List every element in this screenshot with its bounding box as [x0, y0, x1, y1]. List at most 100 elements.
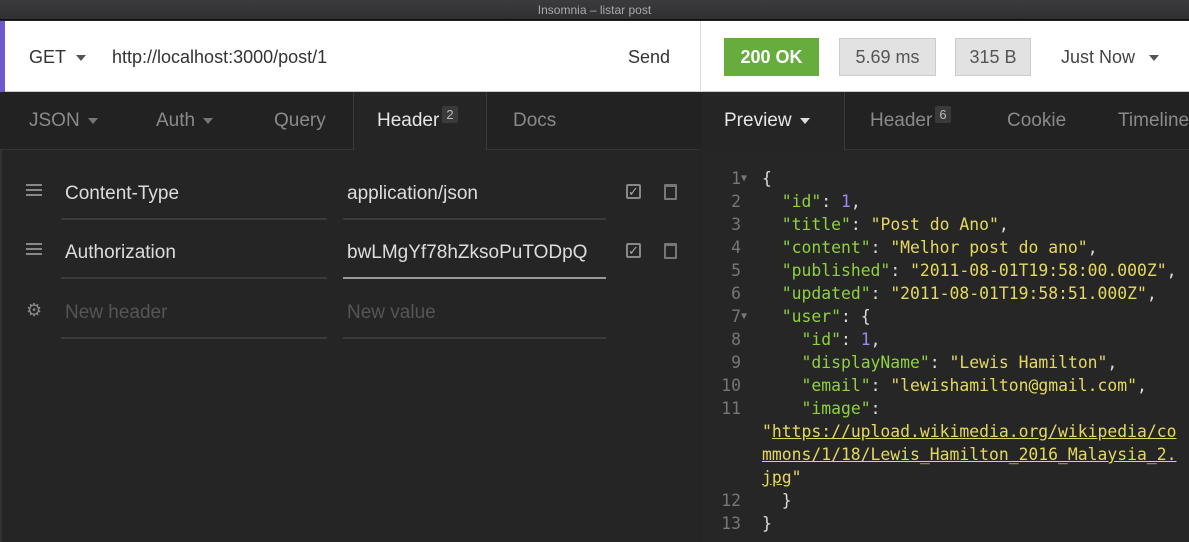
code-line: 2 "id": 1, — [701, 190, 1177, 213]
response-tabs: Preview Header 6 Cookie Timeline — [701, 92, 1189, 150]
line-number: 10 — [721, 376, 741, 395]
json-key: "displayName" — [801, 353, 930, 372]
chevron-down-icon — [76, 55, 87, 62]
trash-icon[interactable] — [664, 184, 677, 200]
json-string: " — [762, 422, 772, 441]
trash-icon[interactable] — [664, 243, 677, 259]
json-punct — [762, 284, 782, 303]
json-punct: , — [1137, 376, 1147, 395]
method-label: GET — [29, 47, 67, 67]
tab-preview[interactable]: Preview — [701, 92, 845, 150]
line-number: 2 — [731, 192, 741, 211]
json-punct: , — [998, 215, 1009, 234]
tab-label: JSON — [29, 110, 80, 131]
json-punct — [762, 307, 782, 326]
json-key: "published" — [781, 261, 891, 280]
code-line: jpg" — [701, 466, 1177, 489]
json-punct: , — [1146, 284, 1157, 303]
tab-response-header[interactable]: Header 6 — [870, 92, 951, 150]
drag-handle-icon[interactable] — [26, 184, 42, 199]
json-punct: : — [929, 353, 950, 372]
window-title: Insomnia – listar post — [0, 0, 1189, 20]
json-key: "id" — [781, 192, 822, 211]
json-number: 1 — [860, 330, 871, 349]
history-label: Just Now — [1061, 47, 1136, 67]
new-header-input[interactable]: New header — [61, 291, 327, 339]
json-punct: , — [1087, 238, 1098, 257]
tab-label: Cookie — [1007, 110, 1067, 131]
json-link[interactable]: https://upload.wikimedia.org/wikipedia/c… — [772, 422, 1177, 441]
response-preview: 1▼{2 "id": 1, 3 "title": "Post do Ano", 4 … — [701, 150, 1189, 542]
json-punct: : — [870, 376, 891, 395]
json-punct: : { — [840, 307, 871, 326]
json-string: "lewishamilton@gmail.com" — [890, 376, 1138, 395]
status-badge: 200 OK — [724, 38, 819, 76]
fold-caret-icon[interactable]: ▼ — [741, 167, 762, 190]
json-punct — [762, 215, 782, 234]
chevron-down-icon — [203, 117, 214, 124]
json-link[interactable]: mmons/1/18/Lewis_Hamilton_2016_Malaysia_… — [762, 445, 1176, 464]
line-number: 11 — [721, 399, 741, 418]
json-punct: : — [850, 215, 871, 234]
code-line: 11 "image": — [701, 397, 1177, 420]
code-line: mmons/1/18/Lewis_Hamilton_2016_Malaysia_… — [701, 443, 1177, 466]
line-number: 6 — [731, 284, 741, 303]
json-punct — [762, 330, 801, 349]
chevron-down-icon — [87, 117, 98, 124]
pane-divider — [700, 21, 701, 92]
json-punct — [762, 192, 782, 211]
code-line: 7▼ "user": { — [701, 305, 1177, 328]
code-line: 3 "title": "Post do Ano", — [701, 213, 1177, 236]
json-punct: , — [1107, 353, 1118, 372]
json-punct: : — [870, 284, 891, 303]
json-string: "Lewis Hamilton" — [949, 353, 1108, 372]
header-name-input[interactable]: Authorization — [61, 231, 327, 279]
drag-handle-icon[interactable] — [26, 243, 42, 258]
chevron-down-icon — [799, 117, 810, 124]
json-punct: , — [850, 192, 861, 211]
response-time: 5.69 ms — [839, 38, 936, 76]
header-value-input[interactable]: bwLMgYf78hZksoPuTODpQ — [343, 231, 606, 279]
code-line: 9 "displayName": "Lewis Hamilton", — [701, 351, 1177, 374]
tab-header[interactable]: Header 2 — [353, 92, 487, 150]
tab-body[interactable]: JSON — [29, 92, 98, 150]
tab-cookie[interactable]: Cookie — [1007, 92, 1066, 150]
json-punct — [762, 399, 801, 418]
enable-checkbox[interactable]: ✓ — [626, 184, 641, 199]
tab-label: Docs — [513, 110, 557, 131]
json-key: "content" — [781, 238, 871, 257]
history-dropdown[interactable]: Just Now — [1061, 47, 1160, 68]
header-value-input[interactable]: application/json — [343, 172, 606, 220]
json-key: "id" — [801, 330, 841, 349]
tab-docs[interactable]: Docs — [513, 92, 556, 150]
line-number: 3 — [731, 215, 741, 234]
json-punct: : — [870, 399, 881, 418]
header-count-badge: 2 — [442, 106, 458, 123]
send-button[interactable]: Send — [628, 47, 670, 68]
json-string: " — [791, 468, 802, 487]
fold-caret-icon[interactable]: ▼ — [741, 305, 762, 328]
code-line: 12 } — [701, 489, 1177, 512]
json-punct: } — [762, 514, 772, 533]
tab-query[interactable]: Query — [274, 92, 326, 150]
code-line: 5 "published": "2011-08-01T19:58:00.000Z… — [701, 259, 1177, 282]
code-line: "https://upload.wikimedia.org/wikipedia/… — [701, 420, 1177, 443]
method-select[interactable]: GET — [29, 47, 87, 68]
url-input[interactable]: http://localhost:3000/post/1 — [112, 47, 327, 68]
tab-label: Header — [377, 110, 440, 131]
headers-editor: Content-Type application/json ✓ Authoriz… — [0, 150, 700, 542]
line-number: 4 — [731, 238, 741, 257]
chevron-down-icon — [1149, 55, 1160, 62]
json-punct: : — [890, 261, 911, 280]
new-value-input[interactable]: New value — [343, 291, 606, 339]
gear-icon[interactable]: ⚙ — [26, 300, 42, 321]
json-punct: { — [762, 169, 772, 188]
header-name-input[interactable]: Content-Type — [61, 172, 327, 220]
json-punct: , — [1166, 261, 1177, 280]
line-number: 5 — [731, 261, 741, 280]
tab-timeline[interactable]: Timeline — [1118, 92, 1189, 150]
enable-checkbox[interactable]: ✓ — [626, 243, 641, 258]
json-link[interactable]: jpg — [762, 468, 792, 487]
tab-auth[interactable]: Auth — [156, 92, 214, 150]
json-viewer: 1▼{2 "id": 1, 3 "title": "Post do Ano", 4 … — [701, 167, 1177, 535]
